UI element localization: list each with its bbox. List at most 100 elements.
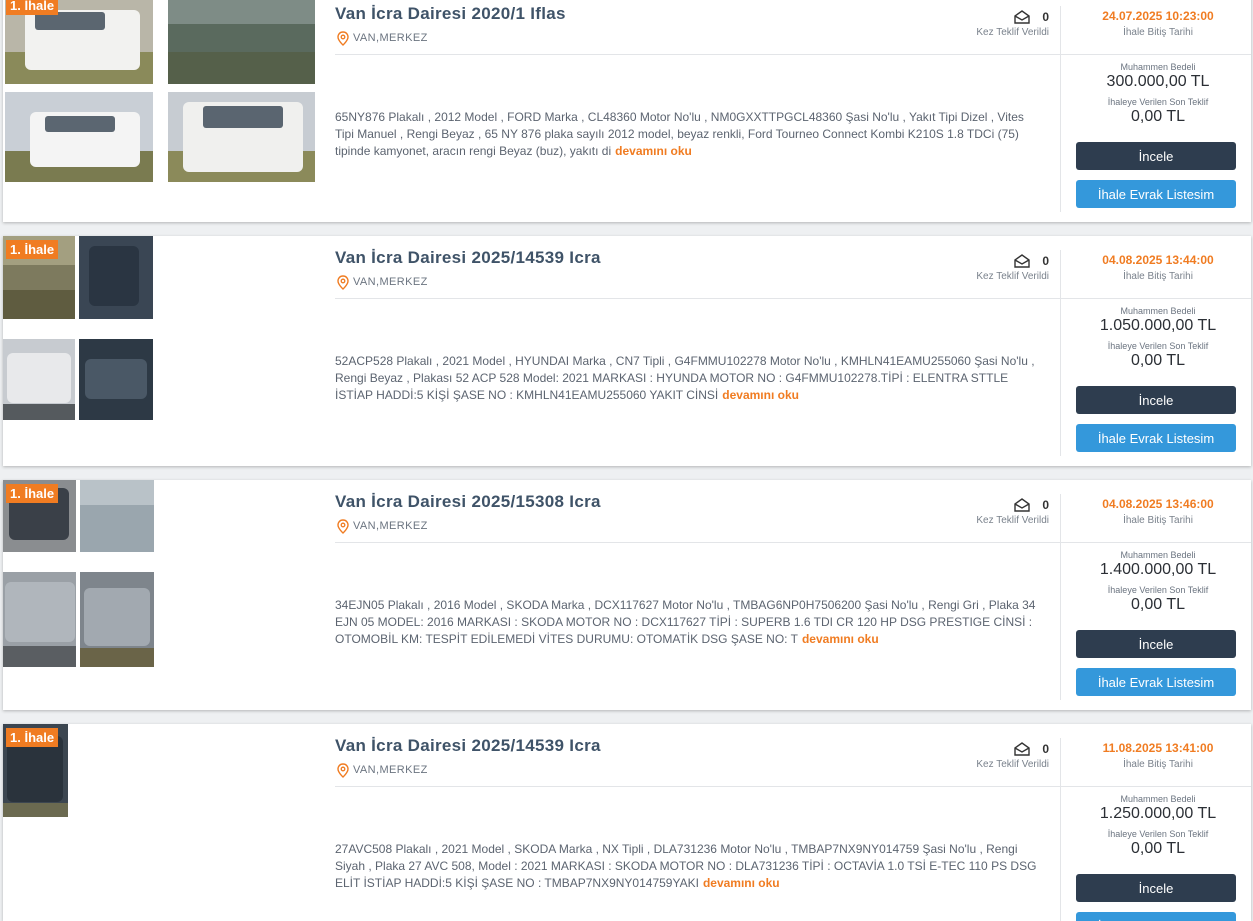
documents-button[interactable]: İhale Evrak Listesim — [1076, 912, 1236, 921]
read-more-link[interactable]: devamını oku — [703, 876, 780, 890]
last-offer-value: 0,00 TL — [1131, 596, 1185, 613]
estimate-value: 1.400.000,00 TL — [1099, 561, 1217, 578]
last-offer-label: İhaleye Verilen Son Teklif — [1107, 585, 1209, 595]
listing-description: 52ACP528 Plakalı , 2021 Model , HYUNDAI … — [335, 353, 1043, 404]
end-date-block: 24.07.2025 10:23:00 İhale Bitiş Tarihi — [1063, 9, 1251, 38]
end-date: 24.07.2025 10:23:00 — [1102, 9, 1214, 23]
auction-round-badge: 1. İhale — [6, 484, 59, 503]
listing-card[interactable]: 1. İhale Van İcra Dairesi 2025/15308 Icr… — [3, 480, 1251, 710]
listing-title[interactable]: Van İcra Dairesi 2020/1 Iflas — [335, 4, 566, 24]
end-date-label: İhale Bitiş Tarihi — [1123, 271, 1193, 282]
divider — [1061, 542, 1251, 543]
location-text: VAN,MERKEZ — [353, 276, 428, 288]
vehicle-photo[interactable] — [5, 92, 153, 182]
location: VAN,MERKEZ — [337, 762, 428, 778]
end-date-block: 04.08.2025 13:44:00 İhale Bitiş Tarihi — [1063, 253, 1251, 282]
vehicle-photo[interactable] — [80, 572, 154, 667]
listing-card[interactable]: 1. İhale Van İcra Dairesi 2025/14539 Icr… — [3, 236, 1251, 466]
divider — [335, 542, 1061, 543]
divider — [1061, 54, 1251, 55]
divider — [1060, 494, 1061, 700]
divider — [335, 54, 1061, 55]
listing-card[interactable]: 1. İhale Van İcra Dairesi 2025/14539 Icr… — [3, 724, 1251, 921]
divider — [335, 786, 1061, 787]
vehicle-photo[interactable] — [3, 572, 76, 667]
description-text: 34EJN05 Plakalı , 2016 Model , SKODA Mar… — [335, 598, 1036, 646]
description-text: 52ACP528 Plakalı , 2021 Model , HYUNDAI … — [335, 354, 1035, 402]
offer-count-block: 0 Kez Teklif Verildi — [963, 10, 1049, 38]
photo-gallery[interactable]: 1. İhale — [3, 724, 323, 921]
estimate-value: 1.050.000,00 TL — [1099, 317, 1217, 334]
listing-title[interactable]: Van İcra Dairesi 2025/15308 Icra — [335, 492, 601, 512]
location-pin-icon — [337, 274, 349, 290]
auction-round-badge: 1. İhale — [6, 240, 59, 259]
auction-round-badge: 1. İhale — [6, 0, 59, 15]
listing-title[interactable]: Van İcra Dairesi 2025/14539 Icra — [335, 248, 601, 268]
estimate-value: 300.000,00 TL — [1106, 73, 1210, 90]
estimate-value: 1.250.000,00 TL — [1099, 805, 1217, 822]
inspect-button[interactable]: İncele — [1076, 874, 1236, 902]
offer-count-block: 0 Kez Teklif Verildi — [963, 498, 1049, 526]
offer-count-label: Kez Teklif Verildi — [976, 515, 1049, 526]
last-offer-label: İhaleye Verilen Son Teklif — [1107, 341, 1209, 351]
read-more-link[interactable]: devamını oku — [802, 632, 879, 646]
price-block: Muhammen Bedeli 1.400.000,00 TL İhaleye … — [1063, 550, 1251, 614]
photo-gallery[interactable]: 1. İhale — [3, 0, 323, 222]
bid-envelope-icon — [1014, 498, 1031, 512]
end-date-label: İhale Bitiş Tarihi — [1123, 27, 1193, 38]
price-block: Muhammen Bedeli 1.050.000,00 TL İhaleye … — [1063, 306, 1251, 370]
end-date-label: İhale Bitiş Tarihi — [1123, 759, 1193, 770]
photo-gallery[interactable]: 1. İhale — [3, 480, 323, 710]
offer-count: 0 — [1042, 10, 1049, 24]
vehicle-photo[interactable] — [168, 92, 315, 182]
auction-round-badge: 1. İhale — [6, 728, 59, 747]
divider — [1060, 6, 1061, 212]
listing-card[interactable]: 1. İhale Van İcra Dairesi 2020/1 Iflas V… — [3, 0, 1251, 222]
inspect-button[interactable]: İncele — [1076, 630, 1236, 658]
estimate-label: Muhammen Bedeli — [1120, 794, 1196, 804]
vehicle-photo[interactable] — [168, 0, 315, 84]
estimate-label: Muhammen Bedeli — [1120, 62, 1196, 72]
price-block: Muhammen Bedeli 1.250.000,00 TL İhaleye … — [1063, 794, 1251, 858]
inspect-button[interactable]: İncele — [1076, 386, 1236, 414]
documents-button[interactable]: İhale Evrak Listesim — [1076, 668, 1236, 696]
location-pin-icon — [337, 30, 349, 46]
listing-description: 65NY876 Plakalı , 2012 Model , FORD Mark… — [335, 109, 1043, 160]
listing-description: 27AVC508 Plakalı , 2021 Model , SKODA Ma… — [335, 841, 1043, 892]
divider — [335, 298, 1061, 299]
offer-count: 0 — [1042, 254, 1049, 268]
end-date-block: 04.08.2025 13:46:00 İhale Bitiş Tarihi — [1063, 497, 1251, 526]
offer-count-block: 0 Kez Teklif Verildi — [963, 742, 1049, 770]
bid-envelope-icon — [1014, 10, 1031, 24]
vehicle-photo[interactable] — [3, 339, 75, 420]
estimate-label: Muhammen Bedeli — [1120, 306, 1196, 316]
listing-title[interactable]: Van İcra Dairesi 2025/14539 Icra — [335, 736, 601, 756]
bid-envelope-icon — [1014, 254, 1031, 268]
location-text: VAN,MERKEZ — [353, 32, 428, 44]
read-more-link[interactable]: devamını oku — [722, 388, 799, 402]
inspect-button[interactable]: İncele — [1076, 142, 1236, 170]
offer-count: 0 — [1042, 498, 1049, 512]
location: VAN,MERKEZ — [337, 274, 428, 290]
offer-count-label: Kez Teklif Verildi — [976, 271, 1049, 282]
offer-count-block: 0 Kez Teklif Verildi — [963, 254, 1049, 282]
estimate-label: Muhammen Bedeli — [1120, 550, 1196, 560]
vehicle-photo[interactable] — [80, 480, 154, 552]
read-more-link[interactable]: devamını oku — [615, 144, 692, 158]
divider — [1061, 786, 1251, 787]
photo-gallery[interactable]: 1. İhale — [3, 236, 323, 466]
end-date-label: İhale Bitiş Tarihi — [1123, 515, 1193, 526]
end-date: 11.08.2025 13:41:00 — [1102, 741, 1214, 755]
offer-count-label: Kez Teklif Verildi — [976, 27, 1049, 38]
location: VAN,MERKEZ — [337, 518, 428, 534]
vehicle-photo[interactable] — [79, 236, 153, 319]
offer-count: 0 — [1042, 742, 1049, 756]
last-offer-label: İhaleye Verilen Son Teklif — [1107, 829, 1209, 839]
vehicle-photo[interactable] — [79, 339, 153, 420]
end-date: 04.08.2025 13:46:00 — [1102, 497, 1214, 511]
divider — [1060, 738, 1061, 921]
documents-button[interactable]: İhale Evrak Listesim — [1076, 180, 1236, 208]
last-offer-value: 0,00 TL — [1131, 108, 1185, 125]
documents-button[interactable]: İhale Evrak Listesim — [1076, 424, 1236, 452]
listing-description: 34EJN05 Plakalı , 2016 Model , SKODA Mar… — [335, 597, 1043, 648]
